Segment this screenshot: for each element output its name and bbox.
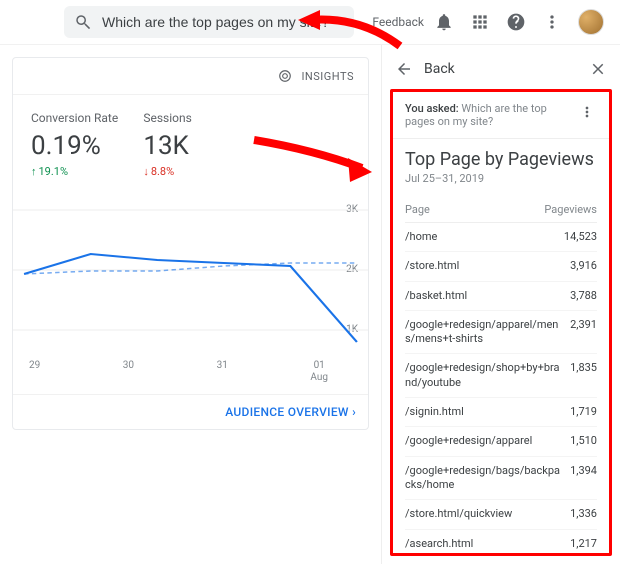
line-chart: 3K 2K 1K 29 30 31 01Aug [13,194,368,394]
page-path: /google+redesign/apparel/mens/mens+t-shi… [405,318,562,347]
more-icon[interactable] [577,102,597,122]
table-row[interactable]: /store.html 3,916 [405,252,597,281]
x-tick: 31 [217,360,228,384]
table-row[interactable]: /asearch.html 1,217 [405,530,597,556]
main-column: INSIGHTS Conversion Rate 0.19% ↑19.1% Se… [0,45,382,564]
page-path: /home [405,230,556,244]
metric-label: Sessions [143,111,237,125]
col-page: Page [405,203,430,216]
avatar[interactable] [578,9,604,35]
table-row[interactable]: /home 14,523 [405,223,597,252]
table-row[interactable]: /signin.html 1,719 [405,398,597,427]
answer-panel: You asked: Which are the top pages on my… [390,89,612,556]
feedback-link[interactable]: Feedback [372,15,424,29]
x-tick: 29 [29,360,40,384]
help-icon[interactable] [506,12,526,32]
apps-icon[interactable] [470,12,490,32]
page-path: /google+redesign/shop+by+brand/youtube [405,361,562,390]
table-row[interactable]: /google+redesign/apparel/mens/mens+t-shi… [405,311,597,355]
table-row[interactable]: /basket.html 3,788 [405,282,597,311]
pageviews-value: 1,336 [570,507,597,521]
page-path: /google+redesign/bags/backpacks/home [405,464,562,493]
col-pageviews: Pageviews [544,203,597,216]
metric-sessions[interactable]: Sessions 13K ↓8.8% [143,111,237,178]
chevron-right-icon: › [352,405,356,419]
table-row[interactable]: /google+redesign/apparel 1,510 [405,427,597,456]
close-icon[interactable] [588,59,608,79]
page-path: /signin.html [405,405,562,419]
search-box[interactable] [64,6,354,38]
x-axis: 29 30 31 01Aug [29,360,328,384]
table-row[interactable]: /store.html/quickview 1,336 [405,500,597,529]
metric-value: 0.19% [31,131,125,161]
back-label[interactable]: Back [424,61,455,77]
pageviews-value: 2,391 [570,318,597,347]
you-asked-row: You asked: Which are the top pages on my… [405,102,597,136]
metric-delta: ↑19.1% [31,165,125,178]
search-input[interactable] [102,14,344,30]
insights-panel-column: Back You asked: Which are the top pages … [382,45,620,564]
pageviews-value: 1,719 [570,405,597,419]
arrow-up-icon: ↑ [31,165,37,178]
x-tick: 30 [123,360,134,384]
arrow-down-icon: ↓ [143,165,149,178]
more-icon[interactable] [542,12,562,32]
pageviews-value: 14,523 [564,230,597,244]
page-path: /basket.html [405,289,562,303]
metrics-row: Conversion Rate 0.19% ↑19.1% Sessions 13… [13,95,368,184]
page-path: /asearch.html [405,537,562,551]
panel-title: Top Page by Pageviews [405,149,597,170]
target-icon [275,66,295,86]
insights-button[interactable]: INSIGHTS [13,58,368,95]
table-header: Page Pageviews [405,197,597,223]
metric-conversion-rate[interactable]: Conversion Rate 0.19% ↑19.1% [31,111,125,178]
metric-value: 13K [143,131,237,161]
pageviews-value: 3,788 [570,289,597,303]
top-right-actions [434,9,610,35]
page-path: /google+redesign/apparel [405,434,562,448]
metric-delta: ↓8.8% [143,165,237,178]
search-icon [74,12,92,32]
back-arrow-icon[interactable] [394,59,414,79]
page-path: /store.html/quickview [405,507,562,521]
pageviews-value: 1,394 [570,464,597,493]
insights-label: INSIGHTS [301,70,354,83]
pageviews-value: 1,217 [570,537,597,551]
x-tick: 01Aug [310,360,328,384]
topbar: Feedback [0,0,620,45]
metric-label: Conversion Rate [31,111,125,125]
pageviews-value: 1,510 [570,434,597,448]
page-path: /store.html [405,259,562,273]
table-row[interactable]: /google+redesign/bags/backpacks/home 1,39… [405,457,597,501]
summary-card: INSIGHTS Conversion Rate 0.19% ↑19.1% Se… [12,57,369,430]
date-range: Jul 25–31, 2019 [405,172,597,185]
pageviews-value: 3,916 [570,259,597,273]
bell-icon[interactable] [434,12,454,32]
audience-overview-link[interactable]: AUDIENCE OVERVIEW › [13,394,368,429]
table-row[interactable]: /google+redesign/shop+by+brand/youtube 1,… [405,354,597,398]
table-body: /home 14,523/store.html 3,916/basket.html 3… [405,223,597,556]
pageviews-value: 1,835 [570,361,597,390]
